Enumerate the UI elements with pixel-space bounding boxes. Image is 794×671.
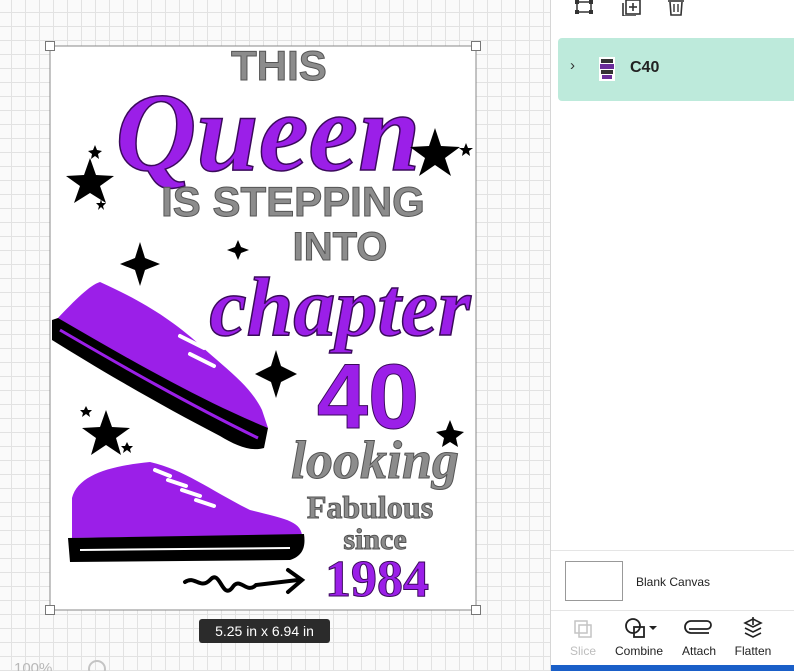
delete-icon[interactable] xyxy=(666,0,686,21)
design-canvas[interactable]: THIS Queen IS STEPPING INTO chapter 40 l… xyxy=(0,0,550,671)
text-queen: Queen xyxy=(116,71,421,195)
bottom-accent-bar xyxy=(551,665,794,671)
blank-canvas-swatch[interactable] xyxy=(565,561,623,601)
combine-label: Combine xyxy=(614,644,664,658)
zoom-readout[interactable]: 100% xyxy=(14,660,52,671)
dimension-label: 5.25 in x 6.94 in xyxy=(199,619,330,643)
design-artwork[interactable]: THIS Queen IS STEPPING INTO chapter 40 l… xyxy=(0,0,550,671)
flatten-button[interactable]: Flatten xyxy=(723,611,783,666)
slice-label: Slice xyxy=(569,644,596,658)
combine-button[interactable]: Combine xyxy=(609,611,669,666)
flatten-label: Flatten xyxy=(734,644,772,658)
resize-handle-bottom-left[interactable] xyxy=(45,605,55,615)
group-icon[interactable] xyxy=(573,0,595,21)
layer-item-c40[interactable]: › C40 xyxy=(558,38,794,101)
layer-name: C40 xyxy=(630,59,660,76)
attach-label: Attach xyxy=(681,644,717,658)
attach-button[interactable]: Attach xyxy=(669,611,729,666)
slice-button[interactable]: Slice xyxy=(553,611,613,666)
layers-panel: › C40 Blank Canvas Slice Combine Attach … xyxy=(550,0,794,671)
resize-handle-top-left[interactable] xyxy=(45,41,55,51)
text-chapter: chapter xyxy=(209,261,472,354)
bottom-toolbar: Slice Combine Attach Flatten xyxy=(551,610,794,666)
resize-handle-top-right[interactable] xyxy=(471,41,481,51)
text-is-stepping: IS STEPPING xyxy=(161,178,425,225)
text-looking: looking xyxy=(291,430,459,490)
blank-canvas-row[interactable]: Blank Canvas xyxy=(551,550,794,611)
chevron-right-icon[interactable]: › xyxy=(570,57,575,74)
zoom-icon[interactable] xyxy=(88,660,106,671)
duplicate-icon[interactable] xyxy=(620,0,642,21)
text-fabulous: Fabulous xyxy=(307,489,433,525)
flatten-icon xyxy=(743,617,763,638)
attach-icon xyxy=(684,620,712,634)
slice-icon xyxy=(574,620,592,638)
combine-icon xyxy=(625,618,657,638)
resize-handle-bottom-right[interactable] xyxy=(471,605,481,615)
layer-thumbnail-icon xyxy=(599,57,615,81)
text-1984: 1984 xyxy=(325,551,429,608)
blank-canvas-label: Blank Canvas xyxy=(636,575,711,589)
